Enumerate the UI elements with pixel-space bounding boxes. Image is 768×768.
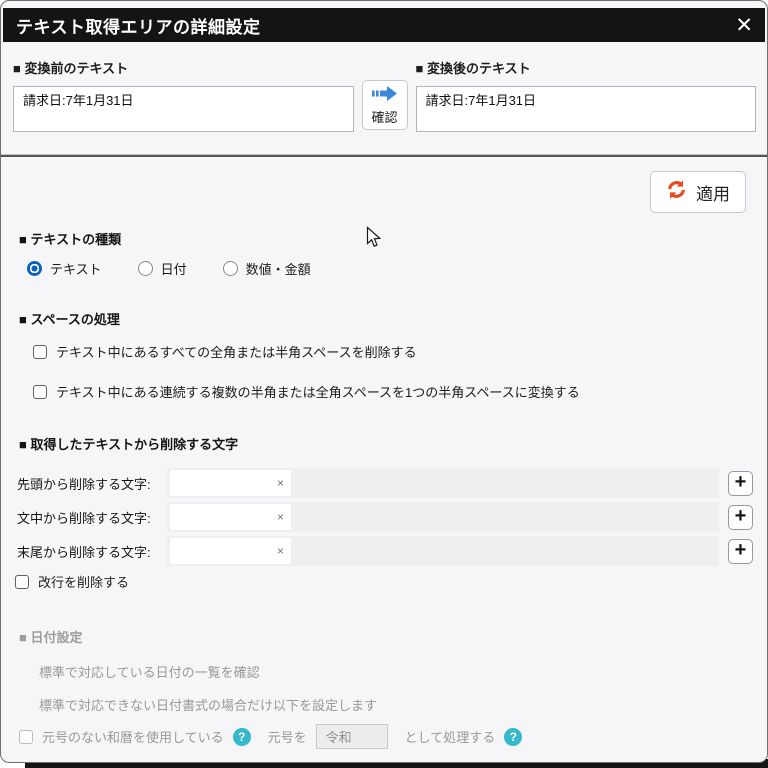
clear-icon[interactable]: × xyxy=(277,476,284,490)
delete-middle-input[interactable]: × xyxy=(170,504,291,530)
checkbox-label: 改行を削除する xyxy=(38,572,129,591)
radio-label: 日付 xyxy=(161,259,187,278)
date-settings-note: 標準で対応できない日付書式の場合だけ以下を設定します xyxy=(1,695,767,714)
radio-icon[interactable] xyxy=(223,261,238,276)
delete-middle-label: 文中から削除する文字: xyxy=(17,508,167,527)
refresh-icon xyxy=(666,179,687,205)
linebreak-row: 改行を削除する xyxy=(15,572,767,591)
after-column: ■ 変換後のテキスト 請求日:7年1月31日 xyxy=(416,58,757,132)
delete-middle-bar: × xyxy=(167,502,719,532)
delete-middle-row: 文中から削除する文字: × + xyxy=(17,502,753,532)
supported-dates-link[interactable]: 標準で対応している日付の一覧を確認 xyxy=(1,662,767,681)
confirm-arrow-icon xyxy=(371,85,398,105)
text-type-heading: ■ テキストの種類 xyxy=(1,229,767,248)
add-head-rule-button[interactable]: + xyxy=(728,471,753,496)
before-text-box[interactable]: 請求日:7年1月31日 xyxy=(13,86,354,132)
era-abbreviation-row: 元号の略号を使用している ? 元号と略号の対応を設定 ? xyxy=(1,762,767,763)
radio-icon[interactable] xyxy=(138,261,153,276)
clear-icon[interactable]: × xyxy=(277,510,284,524)
radio-option-text[interactable]: テキスト xyxy=(27,259,102,278)
delete-head-bar: × xyxy=(167,468,719,498)
delete-head-label: 先頭から削除する文字: xyxy=(17,474,167,493)
apply-row: 適用 xyxy=(1,157,767,213)
date-settings-section: ■ 日付設定 標準で対応している日付の一覧を確認 標準で対応できない日付書式の場… xyxy=(1,627,767,763)
checkbox-era-without-gengo[interactable] xyxy=(19,730,33,744)
checkbox-remove-all-spaces[interactable] xyxy=(33,345,47,359)
space-handling-heading: ■ スペースの処理 xyxy=(1,309,767,328)
after-text-label: ■ 変換後のテキスト xyxy=(416,58,757,77)
apply-button[interactable]: 適用 xyxy=(650,171,746,213)
dialog-title: テキスト取得エリアの詳細設定 xyxy=(16,13,723,38)
radio-label: テキスト xyxy=(50,259,102,278)
era-mapping-button[interactable]: 元号と略号の対応を設定 xyxy=(250,762,431,763)
dialog-window: テキスト取得エリアの詳細設定 ✕ ■ 変換前のテキスト 請求日:7年1月31日 … xyxy=(0,0,768,763)
delete-chars-heading: ■ 取得したテキストから削除する文字 xyxy=(1,434,767,453)
before-column: ■ 変換前のテキスト 請求日:7年1月31日 xyxy=(13,58,354,132)
confirm-button[interactable]: 確認 xyxy=(362,80,408,130)
era-name-input[interactable]: 令和 xyxy=(316,724,388,749)
delete-tail-row: 末尾から削除する文字: × + xyxy=(17,536,753,566)
delete-tail-label: 末尾から削除する文字: xyxy=(17,542,167,561)
help-icon[interactable]: ? xyxy=(233,728,251,746)
era-without-gengo-row: 元号のない和暦を使用している ? 元号を 令和 として処理する ? xyxy=(1,724,767,749)
checkbox-label: テキスト中にある連続する複数の半角または全角スペースを1つの半角スペースに変換す… xyxy=(56,382,580,401)
space-option-row: テキスト中にあるすべての全角または半角スペースを削除する xyxy=(33,342,767,361)
help-icon[interactable]: ? xyxy=(504,728,522,746)
after-text-box: 請求日:7年1月31日 xyxy=(416,86,757,132)
checkbox-remove-linebreak[interactable] xyxy=(15,575,29,589)
delete-head-row: 先頭から削除する文字: × + xyxy=(17,468,753,498)
radio-selected-icon[interactable] xyxy=(27,261,42,276)
text-type-options: テキスト 日付 数値・金額 xyxy=(27,259,767,278)
date-settings-heading: ■ 日付設定 xyxy=(1,627,767,646)
dialog-titlebar: テキスト取得エリアの詳細設定 ✕ xyxy=(3,8,765,42)
conversion-preview-section: ■ 変換前のテキスト 請求日:7年1月31日 確認 ■ 変換後のテキスト 請求日… xyxy=(1,42,767,132)
add-middle-rule-button[interactable]: + xyxy=(728,505,753,530)
confirm-button-label: 確認 xyxy=(371,107,397,126)
checkbox-label: テキスト中にあるすべての全角または半角スペースを削除する xyxy=(56,342,417,361)
delete-head-input[interactable]: × xyxy=(170,470,291,496)
era-prefix-label: 元号を xyxy=(268,727,307,746)
add-tail-rule-button[interactable]: + xyxy=(728,539,753,564)
checkbox-collapse-spaces[interactable] xyxy=(33,385,47,399)
close-icon[interactable]: ✕ xyxy=(723,10,753,40)
radio-option-number[interactable]: 数値・金額 xyxy=(223,259,311,278)
radio-option-date[interactable]: 日付 xyxy=(138,259,187,278)
space-option-row: テキスト中にある連続する複数の半角または全角スペースを1つの半角スペースに変換す… xyxy=(33,382,767,401)
apply-button-label: 適用 xyxy=(696,180,730,205)
before-text-label: ■ 変換前のテキスト xyxy=(13,58,354,77)
checkbox-label: 元号のない和暦を使用している xyxy=(42,727,224,746)
radio-label: 数値・金額 xyxy=(246,259,311,278)
delete-tail-bar: × xyxy=(167,536,719,566)
clear-icon[interactable]: × xyxy=(277,544,284,558)
era-suffix-label: として処理する xyxy=(405,727,496,746)
delete-tail-input[interactable]: × xyxy=(170,538,291,564)
